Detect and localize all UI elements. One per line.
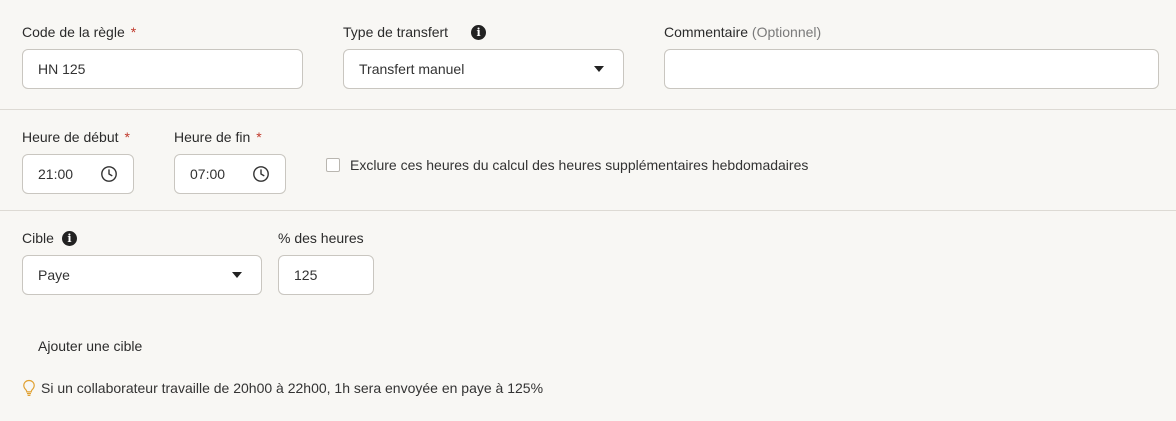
required-mark: *	[124, 129, 130, 145]
end-time-input[interactable]: 07:00	[174, 154, 286, 194]
divider	[0, 210, 1176, 211]
lightbulb-icon	[23, 379, 35, 396]
percent-hours-input[interactable]: 125	[278, 255, 374, 295]
optional-text: (Optionnel)	[751, 24, 822, 40]
divider	[0, 109, 1176, 110]
start-time-value: 21:00	[38, 166, 74, 182]
rule-code-input[interactable]: HN 125	[22, 49, 303, 89]
start-time-input[interactable]: 21:00	[22, 154, 134, 194]
chevron-down-icon	[232, 272, 242, 278]
transfer-type-select[interactable]: Transfert manuel	[343, 49, 624, 89]
transfer-type-label: Type de transfert i	[343, 24, 487, 40]
clock-icon[interactable]	[100, 165, 118, 183]
comment-label: Commentaire (Optionnel)	[664, 24, 822, 40]
target-select[interactable]: Paye	[22, 255, 262, 295]
add-target-button[interactable]: Ajouter une cible	[38, 338, 142, 354]
required-mark: *	[256, 129, 262, 145]
hint-text: Si un collaborateur travaille de 20h00 à…	[41, 380, 544, 396]
exclude-overtime-checkbox[interactable]	[326, 158, 340, 172]
clock-icon[interactable]	[252, 165, 270, 183]
comment-input[interactable]	[664, 49, 1159, 89]
info-icon[interactable]: i	[61, 230, 77, 246]
required-mark: *	[130, 24, 137, 40]
chevron-down-icon	[594, 66, 604, 72]
rule-code-label: Code de la règle *	[22, 24, 137, 40]
percent-hours-value: 125	[294, 267, 318, 283]
end-time-label: Heure de fin *	[174, 129, 262, 145]
percent-hours-label: % des heures	[278, 230, 364, 246]
target-label: Cible i	[22, 230, 77, 246]
rule-code-value: HN 125	[38, 61, 86, 77]
exclude-overtime-option[interactable]: Exclure ces heures du calcul des heures …	[326, 157, 808, 173]
start-time-label: Heure de début *	[22, 129, 130, 145]
hint-row: Si un collaborateur travaille de 20h00 à…	[22, 379, 543, 397]
info-icon[interactable]: i	[471, 24, 487, 40]
transfer-type-value: Transfert manuel	[359, 61, 465, 77]
end-time-value: 07:00	[190, 166, 226, 182]
target-value: Paye	[38, 267, 70, 283]
exclude-overtime-label: Exclure ces heures du calcul des heures …	[350, 157, 809, 173]
